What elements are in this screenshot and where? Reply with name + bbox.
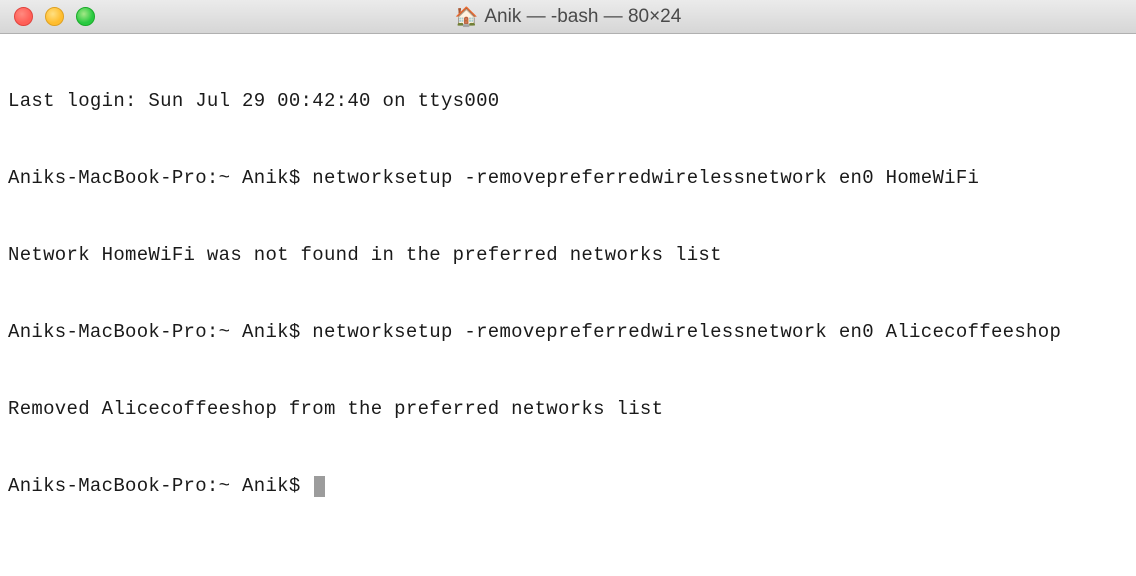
window-titlebar: 🏠 Anik — -bash — 80×24 xyxy=(0,0,1136,34)
window-title-text: Anik — -bash — 80×24 xyxy=(484,6,681,28)
terminal-line: Network HomeWiFi was not found in the pr… xyxy=(8,243,1128,269)
close-icon[interactable] xyxy=(14,7,33,26)
minimize-icon[interactable] xyxy=(45,7,64,26)
home-icon: 🏠 xyxy=(455,5,479,29)
terminal-line: Aniks-MacBook-Pro:~ Anik$ networksetup -… xyxy=(8,320,1128,346)
terminal-prompt-line: Aniks-MacBook-Pro:~ Anik$ xyxy=(8,474,1128,500)
terminal-output[interactable]: Last login: Sun Jul 29 00:42:40 on ttys0… xyxy=(0,34,1136,529)
traffic-lights xyxy=(0,7,95,26)
terminal-line: Aniks-MacBook-Pro:~ Anik$ networksetup -… xyxy=(8,166,1128,192)
window-title: 🏠 Anik — -bash — 80×24 xyxy=(455,5,682,29)
terminal-line: Removed Alicecoffeeshop from the preferr… xyxy=(8,397,1128,423)
terminal-line: Last login: Sun Jul 29 00:42:40 on ttys0… xyxy=(8,89,1128,115)
terminal-prompt: Aniks-MacBook-Pro:~ Anik$ xyxy=(8,475,312,497)
cursor-icon xyxy=(314,476,325,497)
zoom-icon[interactable] xyxy=(76,7,95,26)
